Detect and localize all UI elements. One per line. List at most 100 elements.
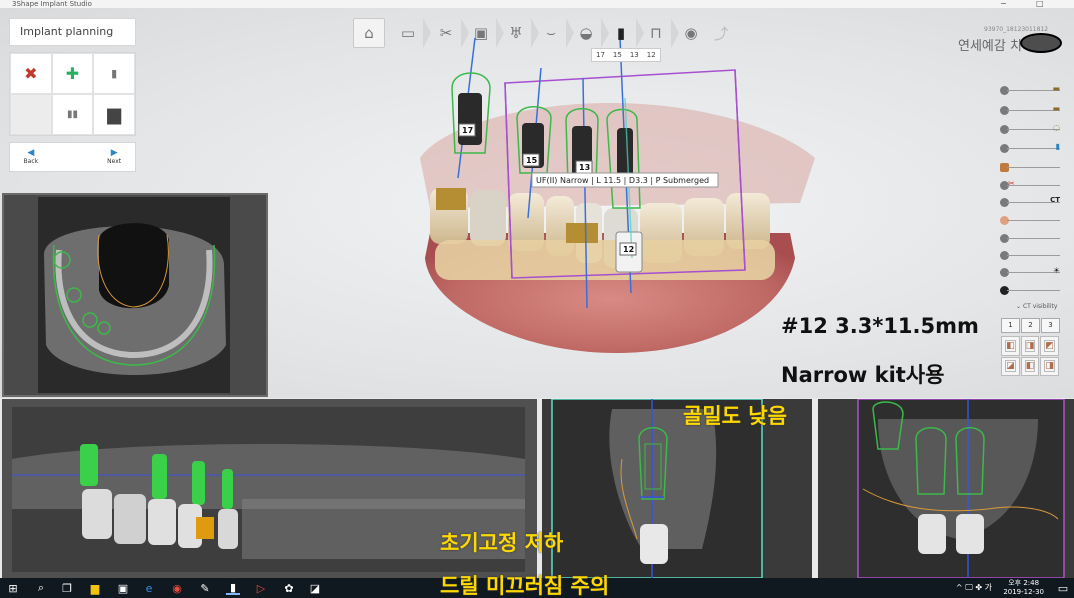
ct-cross-section-view-2[interactable] <box>818 399 1074 578</box>
parallel-implants-button[interactable]: ▮▮ <box>51 94 94 135</box>
step-tools-button[interactable]: ✂ <box>431 18 461 48</box>
maximize-button[interactable]: □ <box>1036 0 1044 8</box>
taskbar-app-viewer[interactable]: ▷ <box>254 581 268 595</box>
ct-label: CT <box>1050 196 1060 204</box>
patient-id: 93970_18123011812 <box>984 26 1049 33</box>
implant-icon: ▬ <box>1052 84 1060 93</box>
implant-library-button[interactable]: ▮ <box>93 53 135 94</box>
tab-tooth-12[interactable]: 12 <box>643 49 660 61</box>
add-implant-button[interactable]: ✚ <box>51 53 94 94</box>
view-tab-3[interactable]: 3 <box>1041 318 1060 333</box>
view-bottom-button[interactable]: ◧ <box>1020 356 1040 376</box>
name-redaction-mask <box>1020 33 1062 53</box>
tool-grid: ✖ ✚ ▮ ▮▮ ▆ <box>9 52 136 136</box>
next-button[interactable]: ▶ Next <box>93 143 135 171</box>
view-right-button[interactable]: ◩ <box>1040 336 1059 356</box>
notification-button[interactable]: ▭ <box>1056 581 1070 595</box>
slider-track <box>1007 220 1060 221</box>
view-left-button[interactable]: ◨ <box>1020 336 1040 356</box>
step-guide-button[interactable]: ◉ <box>676 18 706 48</box>
ct-axial-view[interactable] <box>2 193 268 397</box>
search-icon: ⌕ <box>37 581 45 594</box>
taskbar-app-chrome[interactable]: ◉ <box>170 581 184 595</box>
abutment-icon: ▬ <box>1052 104 1060 113</box>
abutment-13 <box>566 223 598 243</box>
tab-tooth-15[interactable]: 15 <box>609 49 626 61</box>
window-title: 3Shape Implant Studio <box>12 0 92 8</box>
implant-label-15: 15 <box>526 156 538 165</box>
cube-icon: ◨ <box>1044 360 1055 373</box>
view-tab-2[interactable]: 2 <box>1021 318 1040 333</box>
step-model-button[interactable]: ▣ <box>466 18 496 48</box>
taskbar-app-paint[interactable]: ✿ <box>282 581 296 595</box>
home-icon: ⌂ <box>364 24 374 42</box>
view-tab-1[interactable]: 1 <box>1001 318 1020 333</box>
step-scan-button[interactable]: ▭ <box>393 18 423 48</box>
visibility-slider-face[interactable] <box>1000 214 1062 228</box>
taskbar-app-notes[interactable]: ◪ <box>308 581 322 595</box>
arrow-right-icon: ▶ <box>110 148 118 158</box>
taskbar-app-implant-studio[interactable]: ▮ <box>226 581 240 595</box>
sleeve-icon: ▆ <box>107 104 122 125</box>
step-export-button[interactable]: ⤴ <box>706 18 736 48</box>
contrast-slider[interactable] <box>1000 284 1062 298</box>
ct-visibility-toggle[interactable]: ⌄ CT visibility <box>1016 303 1057 310</box>
arrow-left-icon: ◀ <box>27 148 35 158</box>
empty-tool-slot <box>10 94 52 135</box>
minimize-button[interactable]: − <box>1000 0 1007 8</box>
tab-tooth-17[interactable]: 17 <box>592 49 609 61</box>
paint-icon: ✿ <box>284 581 294 595</box>
add-icon: ✚ <box>65 64 80 83</box>
model-icon: ▣ <box>473 24 489 42</box>
taskbar-app-explorer[interactable]: ▆ <box>88 581 102 595</box>
ct-cross-section-image-2 <box>857 399 1065 578</box>
crown-icon: ◌ <box>1053 123 1060 132</box>
system-tray[interactable]: ^ 🖵 ✤ 가 <box>956 582 992 593</box>
chrome-icon: ◉ <box>172 581 182 595</box>
step-arch-button[interactable]: ⌣ <box>536 18 566 48</box>
annotation-drill: 드릴 미끄러짐 주의 <box>440 574 610 598</box>
view-tabs: 1 2 3 <box>1001 318 1061 333</box>
view-front-button[interactable]: ◧ <box>1001 336 1020 356</box>
visibility-slider-abutments[interactable]: ▬ <box>1000 104 1062 118</box>
visibility-slider-sleeves[interactable]: ▮ <box>1000 142 1062 156</box>
visibility-slider-ct[interactable]: CT <box>1000 196 1062 210</box>
search-button[interactable]: ⌕ <box>34 581 48 595</box>
view-back-button[interactable]: ◨ <box>1040 356 1059 376</box>
home-button[interactable]: ⌂ <box>353 18 385 48</box>
annotation-implant-spec: #12 3.3*11.5mm <box>781 314 979 338</box>
start-button[interactable]: ⊞ <box>6 581 20 595</box>
slider-track <box>1007 255 1060 256</box>
visibility-slider-gingiva[interactable] <box>1000 161 1062 175</box>
step-abutment-button[interactable]: ⊓ <box>641 18 671 48</box>
step-implant-button[interactable]: ▮ <box>606 18 636 48</box>
taskbar-app-tool[interactable]: ✎ <box>198 581 212 595</box>
sleeve-button[interactable]: ▆ <box>93 94 135 135</box>
visibility-slider-upper[interactable] <box>1000 232 1062 246</box>
task-view-button[interactable]: ❐ <box>60 581 74 595</box>
triangle-icon: ▷ <box>256 581 266 595</box>
export-icon: ⤴ <box>713 24 729 43</box>
taskbar-clock[interactable]: 오후 2:48 2019-12-30 <box>1003 579 1044 597</box>
step-crown-button[interactable]: ◒ <box>571 18 601 48</box>
abutment-icon: ⊓ <box>650 24 662 42</box>
taskbar-app-edge[interactable]: e <box>142 581 156 595</box>
folder-icon: ▆ <box>90 581 100 595</box>
slider-track <box>1007 238 1060 239</box>
taskbar-app-store[interactable]: ▣ <box>116 581 130 595</box>
delete-implant-button[interactable]: ✖ <box>10 53 52 94</box>
windows-icon: ⊞ <box>8 581 18 595</box>
step-nerve-button[interactable]: ♅ <box>501 18 531 48</box>
back-button[interactable]: ◀ Back <box>10 143 52 171</box>
visibility-slider-lower[interactable] <box>1000 249 1062 263</box>
patient-name: 연세예감 치 <box>958 39 1022 54</box>
visibility-slider-nerve[interactable]: ✂ <box>1000 179 1062 193</box>
visibility-slider-implants[interactable]: ▬ <box>1000 84 1062 98</box>
visibility-slider-crowns[interactable]: ◌ <box>1000 123 1062 137</box>
brightness-slider[interactable]: ☀ <box>1000 266 1062 280</box>
tab-tooth-13[interactable]: 13 <box>626 49 643 61</box>
view-top-button[interactable]: ◪ <box>1001 356 1020 376</box>
tooth-tabs: 17 15 13 12 <box>591 48 661 62</box>
nerve-icon: ✂ <box>1008 179 1015 188</box>
